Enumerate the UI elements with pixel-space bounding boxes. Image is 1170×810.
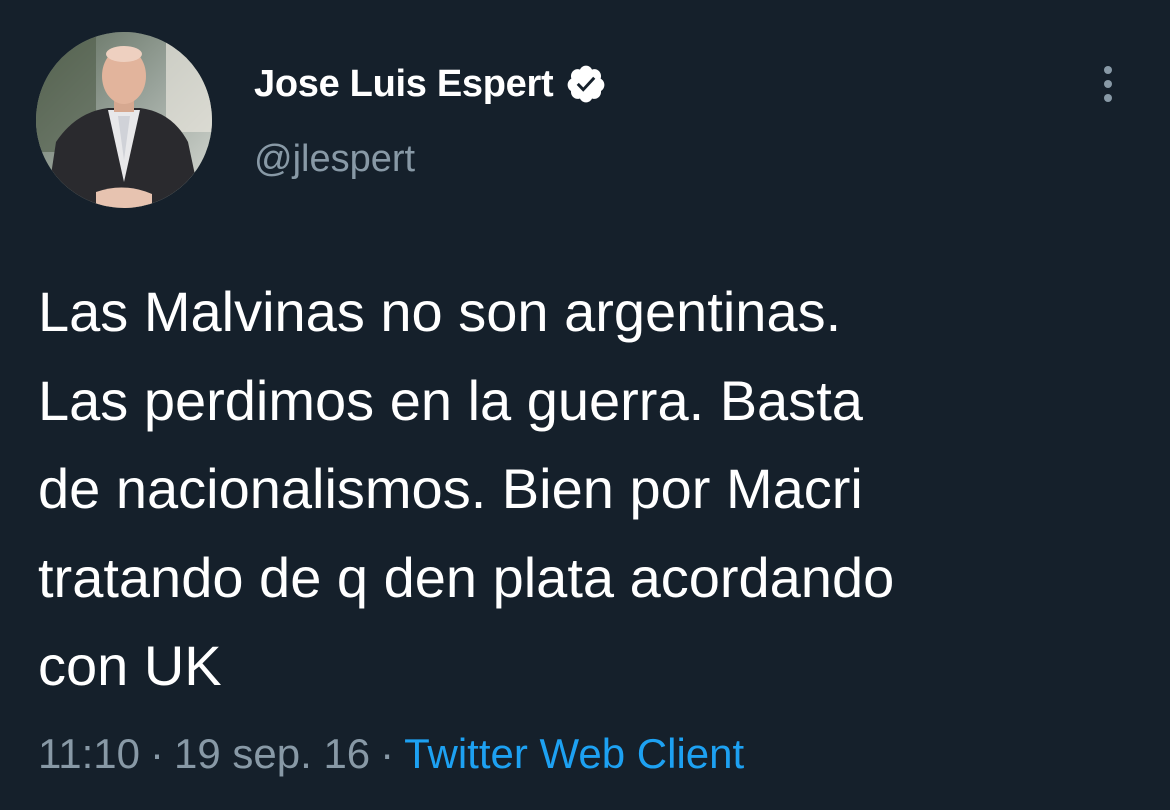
tweet-text-line: con UK xyxy=(38,634,222,697)
avatar[interactable] xyxy=(36,32,212,208)
avatar-photo xyxy=(36,32,212,208)
author-display-name: Jose Luis Espert xyxy=(254,62,554,105)
tweet-text: Las Malvinas no son argentinas. Las perd… xyxy=(38,268,1148,711)
tweet-text-line: tratando de q den plata acordando xyxy=(38,545,895,609)
tweet-text-line: Las perdimos en la guerra. Basta xyxy=(38,368,863,432)
tweet-card: Jose Luis Espert @jlespert Las Malvinas … xyxy=(0,0,1170,810)
more-vertical-icon[interactable] xyxy=(1092,60,1124,110)
tweet-date[interactable]: 19 sep. 16 xyxy=(174,730,370,778)
tweet-text-line: Las Malvinas no son argentinas. xyxy=(38,280,842,343)
meta-separator: · xyxy=(380,730,395,777)
tweet-text-line: de nacionalismos. Bien por Macri xyxy=(38,457,863,520)
tweet-time[interactable]: 11:10 xyxy=(38,730,140,778)
verified-badge-icon xyxy=(565,63,607,105)
tweet-metadata: 11:10 · 19 sep. 16 · Twitter Web Client xyxy=(38,730,744,778)
author-handle[interactable]: @jlespert xyxy=(254,138,415,181)
author-name-row[interactable]: Jose Luis Espert xyxy=(254,58,607,110)
meta-separator: · xyxy=(150,730,164,777)
tweet-source-link[interactable]: Twitter Web Client xyxy=(404,730,744,778)
